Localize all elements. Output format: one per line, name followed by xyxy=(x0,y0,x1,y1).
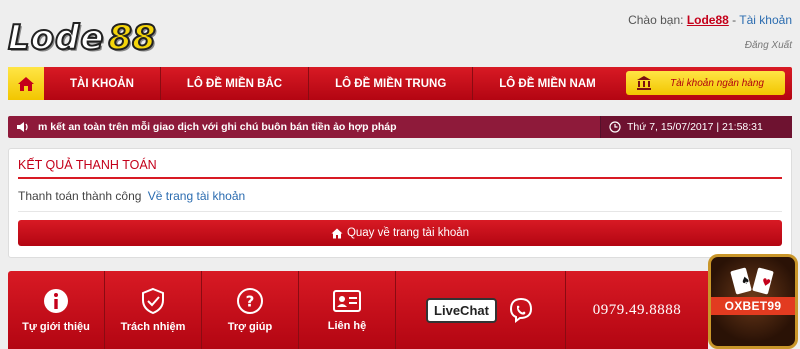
livechat-button[interactable]: LiveChat xyxy=(426,297,497,323)
username-link[interactable]: Lode88 xyxy=(687,13,729,27)
promo-badge-text: OXBET99 xyxy=(711,297,795,315)
panel-divider xyxy=(18,211,782,212)
payment-message: Thanh toán thành công Về trang tài khoản xyxy=(18,189,245,203)
account-page-link[interactable]: Về trang tài khoản xyxy=(148,189,245,203)
main-nav: TÀI KHOẢN LÔ ĐỀ MIỀN BẮC LÔ ĐỀ MIỀN TRUN… xyxy=(8,67,792,100)
footer-about[interactable]: Tự giới thiệu xyxy=(8,271,105,349)
nav-item-central[interactable]: LÔ ĐỀ MIỀN TRUNG xyxy=(309,67,474,100)
question-icon: ? xyxy=(237,288,263,314)
account-link[interactable]: Tài khoản xyxy=(739,13,792,27)
site-logo[interactable]: Lode 88 xyxy=(7,17,157,59)
payment-result-panel: KẾT QUẢ THANH TOÁN Thanh toán thành công… xyxy=(8,148,792,258)
bank-account-button[interactable]: Tài khoản ngân hàng xyxy=(626,71,785,95)
greeting-text: Chào bạn: xyxy=(628,13,684,27)
bank-icon xyxy=(637,76,651,90)
footer-about-label: Tự giới thiệu xyxy=(22,321,90,333)
clock-icon xyxy=(609,121,621,133)
footer-contact[interactable]: Liên hệ xyxy=(299,271,396,349)
footer-bar: Tự giới thiệu Trách nhiệm ? Trợ giúp Liê… xyxy=(8,271,708,349)
footer-chat: LiveChat xyxy=(396,271,566,349)
ticker-datetime: Thứ 7, 15/07/2017 | 21:58:31 xyxy=(600,116,792,138)
promo-badge[interactable]: ♠ ♥ OXBET99 xyxy=(708,254,798,349)
speaker-icon xyxy=(8,121,38,133)
news-ticker: m kết an toàn trên mỗi giao dịch với ghi… xyxy=(8,116,792,138)
footer-help[interactable]: ? Trợ giúp xyxy=(202,271,299,349)
home-icon xyxy=(331,228,343,238)
footer-responsibility-label: Trách nhiệm xyxy=(120,321,186,333)
back-button-label: Quay về trang tài khoản xyxy=(346,227,470,239)
logo-word: Lode xyxy=(7,17,105,59)
datetime-text: Thứ 7, 15/07/2017 | 21:58:31 xyxy=(627,121,763,133)
nav-item-north[interactable]: LÔ ĐỀ MIỀN BẮC xyxy=(161,67,310,100)
hotline-number[interactable]: 0979.49.8888 xyxy=(566,271,708,349)
shield-check-icon xyxy=(142,287,164,315)
title-divider xyxy=(18,177,782,179)
back-to-account-button[interactable]: Quay về trang tài khoản xyxy=(18,220,782,246)
panel-title: KẾT QUẢ THANH TOÁN xyxy=(18,158,157,172)
logo-number: 88 xyxy=(107,17,156,59)
user-greeting: Chào bạn: Lode88 - Tài khoản xyxy=(628,13,792,27)
home-icon xyxy=(18,76,34,91)
bank-account-label: Tài khoản ngân hàng xyxy=(670,77,764,89)
greeting-separator: - xyxy=(732,13,737,27)
contact-card-icon xyxy=(333,290,361,312)
viber-icon[interactable] xyxy=(507,296,535,324)
nav-item-account[interactable]: TÀI KHOẢN xyxy=(44,67,161,100)
footer-responsibility[interactable]: Trách nhiệm xyxy=(105,271,202,349)
logout-link[interactable]: Đăng Xuất xyxy=(745,40,792,51)
nav-home-button[interactable] xyxy=(8,67,44,100)
footer-contact-label: Liên hệ xyxy=(327,320,367,332)
payment-status-text: Thanh toán thành công xyxy=(18,189,142,203)
nav-item-south[interactable]: LÔ ĐỀ MIỀN NAM xyxy=(473,67,621,100)
svg-text:?: ? xyxy=(246,293,255,311)
svg-text:♠: ♠ xyxy=(740,275,752,288)
footer-help-label: Trợ giúp xyxy=(227,321,273,333)
svg-text:♥: ♥ xyxy=(760,277,772,290)
info-icon xyxy=(44,289,68,313)
